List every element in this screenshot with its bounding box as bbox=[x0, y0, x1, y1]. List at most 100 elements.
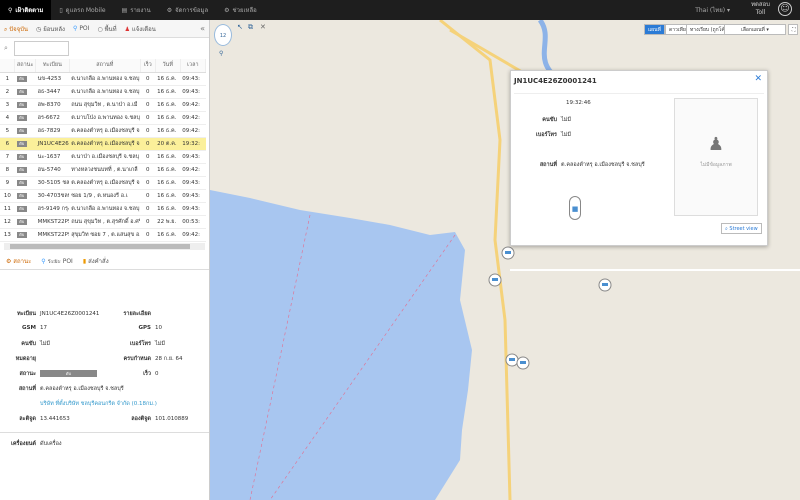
table-cell: ต.นาเกลือ อ.พานทอง จ.ชลบุ bbox=[69, 85, 141, 99]
tab-status[interactable]: ⚙ สถานะ bbox=[6, 256, 31, 266]
clear-icon[interactable]: ✕ bbox=[260, 23, 266, 31]
column-header[interactable] bbox=[0, 59, 16, 73]
table-row[interactable]: 6 ดับ JN1UC4E26Z ต.คลองตำหรุ อ.เมืองชลบุรี … bbox=[0, 137, 206, 151]
table-cell: 20 ต.ค. bbox=[155, 137, 181, 151]
nav-help[interactable]: ⚙ ช่วยเหลือ bbox=[216, 0, 265, 20]
street-view-button[interactable]: ⌕ Street view bbox=[721, 223, 762, 234]
layers-icon[interactable]: ⧉ bbox=[248, 23, 253, 32]
table-cell: ฮน-5740 bbox=[35, 163, 70, 177]
popup-driver: ไม่มี bbox=[561, 117, 572, 123]
table-cell: ฮธ-3447 bbox=[35, 85, 70, 99]
column-header[interactable]: เร็ว bbox=[140, 59, 156, 73]
nav-report[interactable]: ▤ รายงาน bbox=[114, 0, 159, 20]
table-row[interactable]: 13ดับ MMKST22P9(สุขุมวิท ซอย 7 , ต.แสนสุข… bbox=[0, 228, 206, 242]
horizontal-scrollbar[interactable] bbox=[4, 242, 205, 250]
table-row[interactable]: 5 ดับ ฮธ-7829 ต.คลองตำหรุ อ.เมืองชลบุรี จ. 0… bbox=[0, 124, 206, 138]
table-cell: 09:43: bbox=[180, 85, 206, 99]
search-input[interactable] bbox=[14, 41, 69, 56]
tab-command[interactable]: ▮ ส่งคำสั่ง bbox=[83, 256, 109, 266]
due-label: ครบกำหนด bbox=[123, 356, 152, 362]
table-cell: 16 ธ.ค. bbox=[155, 111, 181, 125]
table-cell: ต.นาเกลือ อ.พานทอง จ.ชลบุ bbox=[69, 202, 141, 216]
place-label: สถานที่ bbox=[18, 386, 36, 392]
speed-value: 0 bbox=[155, 371, 159, 377]
table-cell: 3 bbox=[0, 98, 15, 112]
language-select[interactable]: Thai (ไทย) ▾ bbox=[695, 5, 730, 15]
person-icon: ♟ bbox=[707, 134, 725, 155]
user-line: ทดสอบ bbox=[751, 1, 770, 8]
tab-alert[interactable]: ♟ แจ้งเตือน bbox=[125, 24, 156, 34]
column-header[interactable]: สถานะ bbox=[14, 59, 37, 73]
table-cell: 2 bbox=[0, 85, 15, 99]
lat-value: 13.441653 bbox=[40, 416, 70, 422]
left-panel: ⌕ ปัจจุบัน ◷ ย้อนหลัง ⚲ POI ○ พื้นที่ ♟ … bbox=[0, 20, 210, 500]
table-row[interactable]: 8 ดับ ฮน-5740 ทางหลวงชนบทที่ , ต.นาเกลื 0 16 … bbox=[0, 163, 206, 177]
table-row[interactable]: 1 ดับ นข-4253 ต.นาเกลือ อ.พานทอง จ.ชลบุ 0 16 … bbox=[0, 72, 206, 86]
collapse-icon[interactable]: « bbox=[200, 24, 205, 33]
tab-current[interactable]: ⌕ ปัจจุบัน bbox=[4, 24, 28, 34]
table-cell: ดับ bbox=[14, 150, 36, 164]
map-type-map[interactable]: แผนที่ bbox=[644, 24, 665, 35]
table-cell: 0 bbox=[140, 176, 156, 190]
tab-poi[interactable]: ⚲ POI bbox=[73, 25, 89, 32]
measure-icon[interactable]: ↖ bbox=[237, 23, 243, 31]
status-badge: ดับ bbox=[16, 192, 27, 199]
divider bbox=[0, 432, 209, 433]
column-header[interactable]: เวลา bbox=[180, 59, 207, 73]
speed-label: เร็ว bbox=[143, 371, 151, 377]
table-row[interactable]: 3 ดับ ฮพ-8370 ถนน สุขุมวิท , ต.นาป่า อ.เมื 0… bbox=[0, 98, 206, 112]
column-header[interactable]: สถานที่ bbox=[69, 59, 141, 73]
nav-tracking[interactable]: ⚲ เฝ้าติดตาม bbox=[0, 0, 52, 20]
fullscreen-icon[interactable]: ⛶ bbox=[788, 24, 798, 35]
table-cell: 0 bbox=[140, 163, 156, 177]
popup-time: 19:32:46 bbox=[566, 100, 591, 106]
popup-driver-label: คนขับ bbox=[542, 117, 557, 123]
poi-link[interactable]: บริษัท ที่ตั้งบริษัท ชลบุรีคอนกรีต จำกัด… bbox=[40, 400, 157, 408]
nav-mobile[interactable]: ▯ ดูแลรถ Mobile bbox=[51, 0, 113, 20]
map-select[interactable]: เลือกแผนที่ ▾ bbox=[724, 24, 786, 35]
table-cell: 30-5105 ชล bbox=[35, 176, 70, 190]
user-menu[interactable]: ทดสอบ Toll bbox=[751, 1, 770, 17]
tab-poi-distance[interactable]: ⚲ ระยะ POI bbox=[41, 256, 73, 266]
plate-value: JN1UC4E26Z0001241 bbox=[40, 311, 100, 317]
table-row[interactable]: 11 ดับ ฮร-9149 กรุง ต.นาเกลือ อ.พานทอง จ.ชล… bbox=[0, 202, 206, 216]
table-cell: ดับ bbox=[14, 228, 36, 242]
table-cell: 5 bbox=[0, 124, 15, 138]
status-badge: ดับ bbox=[16, 179, 27, 186]
table-row[interactable]: 9 ดับ 30-5105 ชล ต.คลองตำหรุ อ.เมืองชลบุรี … bbox=[0, 176, 206, 190]
top-nav: ⚲ เฝ้าติดตาม ▯ ดูแลรถ Mobile ▤ รายงาน ⚙ … bbox=[0, 0, 800, 20]
table-row[interactable]: 7 ดับ นะ-1637 ต.นาป่า อ.เมืองชลบุรี จ.ชลบุ 0… bbox=[0, 150, 206, 164]
table-row[interactable]: 2 ดับ ฮธ-3447 ต.นาเกลือ อ.พานทอง จ.ชลบุ 0 16 … bbox=[0, 85, 206, 99]
nav-label: จัดการข้อมูล bbox=[175, 7, 209, 14]
table-cell: ดับ bbox=[14, 85, 36, 99]
popup-place-label: สถานที่ bbox=[539, 162, 557, 168]
tab-history[interactable]: ◷ ย้อนหลัง bbox=[36, 24, 65, 34]
table-cell: 16 ธ.ค. bbox=[155, 98, 181, 112]
table-cell: 09:43: bbox=[180, 189, 206, 203]
engine-value: ดับเครื่อง bbox=[40, 441, 62, 447]
smiley-icon[interactable]: ☺ bbox=[778, 2, 792, 16]
table-cell: 30-4703ชลบุรี bbox=[35, 189, 70, 203]
zoom-control[interactable]: 12 bbox=[214, 24, 232, 46]
table-row[interactable]: 10ดับ 30-4703ชลบุรีซอย 1/9 , ต.หนองรี อ.เ… bbox=[0, 189, 206, 203]
tab-area[interactable]: ○ พื้นที่ bbox=[97, 24, 116, 34]
close-icon[interactable]: ✕ bbox=[754, 74, 762, 84]
table-cell: 1 bbox=[0, 72, 15, 86]
table-cell: ถนน สุขุมวิท , ต.นาป่า อ.เมื bbox=[69, 98, 141, 112]
table-row[interactable]: 12ดับ MMKST22P5(ถนน สุขุมวิท , ต.สุรศักดิ… bbox=[0, 215, 206, 229]
table-cell: 8 bbox=[0, 163, 15, 177]
column-header[interactable]: ทะเบียน bbox=[35, 59, 70, 73]
table-cell: 16 ธ.ค. bbox=[155, 163, 181, 177]
driver-value: ไม่มี bbox=[40, 341, 51, 347]
table-cell: ดับ bbox=[14, 215, 36, 229]
details-link[interactable]: รายละเอียด bbox=[115, 310, 151, 318]
nav-manage[interactable]: ⚙ จัดการข้อมูล bbox=[159, 0, 216, 20]
table-row[interactable]: 4 ดับ ฮร-6672 ต.มาบโป่ง อ.พานทอง จ.ชลบุ 0 16 … bbox=[0, 111, 206, 125]
table-cell: 09:42: bbox=[180, 98, 206, 112]
pegman-icon[interactable]: ⚲ bbox=[219, 50, 223, 57]
popup-phone: ไม่มี bbox=[561, 132, 572, 138]
column-header[interactable]: วันที่ bbox=[155, 59, 181, 73]
table-cell: 00:53: bbox=[180, 215, 206, 229]
status-badge: ดับ bbox=[16, 88, 27, 95]
vehicle-table: สถานะ ทะเบียน สถานที่ เร็ว วันที่ เวลา 1 ดับ นข… bbox=[0, 59, 207, 242]
